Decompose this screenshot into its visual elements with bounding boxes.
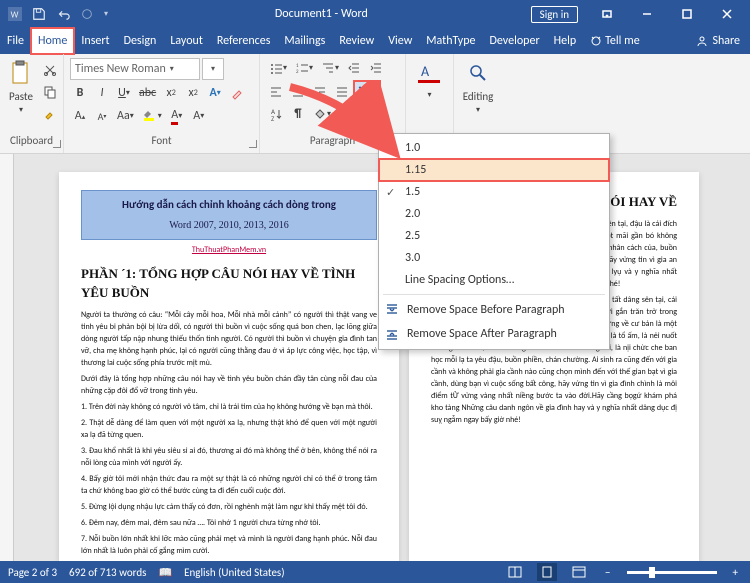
text-effects-button[interactable]: A▾	[205, 83, 225, 103]
character-scale-button[interactable]: A▾	[189, 106, 209, 126]
copy-icon[interactable]	[40, 82, 60, 102]
increase-indent-button[interactable]	[366, 58, 386, 78]
close-button[interactable]	[708, 0, 746, 28]
grow-font-button[interactable]: A▴	[70, 106, 90, 126]
sign-in-button[interactable]: Sign in	[531, 6, 578, 23]
line-spacing-20[interactable]: 2.0	[379, 203, 609, 225]
bullets-button[interactable]: ▾	[266, 58, 290, 78]
zoom-out-icon[interactable]: −	[601, 566, 614, 579]
remove-after-icon	[383, 325, 401, 343]
share-button[interactable]: Share	[686, 34, 750, 48]
format-painter-icon[interactable]	[40, 104, 60, 124]
tab-insert[interactable]: Insert	[74, 28, 116, 54]
svg-text:A: A	[421, 63, 430, 80]
tab-mailings[interactable]: Mailings	[277, 28, 332, 54]
change-case-button[interactable]: Aa▾	[114, 106, 137, 126]
svg-text:2: 2	[296, 69, 299, 75]
clear-format-button[interactable]	[227, 83, 247, 103]
strikethrough-button[interactable]: abc	[136, 83, 159, 103]
line-spacing-button[interactable]: ▾	[354, 81, 380, 101]
status-words[interactable]: 692 of 713 words	[69, 566, 146, 579]
save-icon[interactable]	[28, 3, 50, 25]
view-print-layout[interactable]	[537, 563, 557, 581]
cut-icon[interactable]	[40, 60, 60, 80]
subscript-button[interactable]: x2	[161, 83, 181, 103]
redo-placeholder-icon[interactable]	[76, 3, 98, 25]
multilevel-button[interactable]: ▾	[318, 58, 342, 78]
status-language[interactable]: English (United States)	[184, 566, 284, 579]
zoom-in-icon[interactable]: +	[729, 566, 742, 579]
document-title: Document1 - Word	[112, 7, 531, 21]
shading-button[interactable]: ▾	[310, 104, 334, 124]
underline-button[interactable]: U ▾	[114, 83, 134, 103]
svg-text:W: W	[11, 11, 19, 21]
tab-developer[interactable]: Developer	[483, 28, 547, 54]
status-proofing-icon[interactable]: 📖	[158, 566, 172, 579]
justify-button[interactable]	[332, 81, 352, 101]
doc-title-box: Hướng dẫn cách chỉnh khoảng cách dòng tr…	[81, 190, 377, 240]
ruler-vertical[interactable]	[0, 154, 14, 561]
font-size-combo[interactable]: ▾	[202, 58, 224, 80]
decrease-indent-button[interactable]	[344, 58, 364, 78]
tab-tell-me[interactable]: Tell me	[583, 28, 647, 54]
word-app-icon: W	[4, 3, 26, 25]
editing-button[interactable]: Editing▾	[460, 58, 496, 115]
view-web-layout[interactable]	[569, 563, 589, 581]
line-spacing-115[interactable]: 1.15	[379, 159, 609, 181]
ribbon: Paste ▾ Clipboard Times New Roman▾ ▾ B I…	[0, 54, 750, 154]
view-read-mode[interactable]	[505, 563, 525, 581]
styles-button[interactable]: A▾	[412, 58, 447, 100]
remove-space-after[interactable]: Remove Space After Paragraph	[379, 322, 609, 346]
line-spacing-30[interactable]: 3.0	[379, 247, 609, 269]
group-clipboard-label: Clipboard	[6, 135, 57, 151]
zoom-slider[interactable]	[627, 571, 717, 574]
tab-layout[interactable]: Layout	[163, 28, 210, 54]
line-spacing-dropdown: 1.0 1.15 1.5 2.0 2.5 3.0 Line Spacing Op…	[378, 133, 610, 350]
remove-before-icon	[383, 301, 401, 319]
align-left-button[interactable]	[266, 81, 286, 101]
minimize-button[interactable]	[628, 0, 666, 28]
remove-space-before[interactable]: Remove Space Before Paragraph	[379, 298, 609, 322]
align-center-button[interactable]	[288, 81, 308, 101]
ribbon-options-icon[interactable]	[588, 0, 626, 28]
tab-home[interactable]: Home	[31, 28, 74, 54]
titlebar: W ▾ Document1 - Word Sign in	[0, 0, 750, 28]
bold-button[interactable]: B	[70, 83, 90, 103]
font-name-combo[interactable]: Times New Roman▾	[70, 58, 200, 80]
status-page[interactable]: Page 2 of 3	[8, 566, 57, 579]
paste-button[interactable]: Paste ▾	[6, 58, 36, 115]
tab-help[interactable]: Help	[547, 28, 584, 54]
line-spacing-options[interactable]: Line Spacing Options…	[379, 269, 609, 291]
shrink-font-button[interactable]: A▾	[92, 106, 112, 126]
doc-heading-1: PHẦN ´1: TỔNG HỢP CÂU NÓI HAY VỀ TÌNH YÊ…	[81, 264, 377, 303]
line-spacing-25[interactable]: 2.5	[379, 225, 609, 247]
qat-customize-icon[interactable]: ▾	[100, 9, 112, 19]
tab-review[interactable]: Review	[332, 28, 381, 54]
sort-button[interactable]: AZ	[266, 104, 286, 124]
show-marks-button[interactable]: ¶	[288, 104, 308, 124]
tab-file[interactable]: File	[0, 28, 31, 54]
align-right-button[interactable]	[310, 81, 330, 101]
numbering-button[interactable]: 12▾	[292, 58, 316, 78]
tab-mathtype[interactable]: MathType	[419, 28, 482, 54]
line-spacing-10[interactable]: 1.0	[379, 137, 609, 159]
highlight-button[interactable]: ▾	[139, 106, 165, 126]
menubar: File Home Insert Design Layout Reference…	[0, 28, 750, 54]
superscript-button[interactable]: x2	[183, 83, 203, 103]
document-area[interactable]: Hướng dẫn cách chỉnh khoảng cách dòng tr…	[0, 154, 750, 561]
font-color-button[interactable]: A▾	[167, 106, 187, 126]
undo-icon[interactable]	[52, 3, 74, 25]
tab-references[interactable]: References	[210, 28, 278, 54]
maximize-button[interactable]	[668, 0, 706, 28]
italic-button[interactable]: I	[92, 83, 112, 103]
statusbar: Page 2 of 3 692 of 713 words 📖 English (…	[0, 561, 750, 583]
tab-view[interactable]: View	[381, 28, 419, 54]
tab-design[interactable]: Design	[117, 28, 164, 54]
group-font-label: Font	[70, 135, 253, 151]
line-spacing-15[interactable]: 1.5	[379, 181, 609, 203]
source-link[interactable]: ThuThuatPhanMem.vn	[81, 244, 377, 256]
borders-button[interactable]: ▾	[336, 104, 360, 124]
page-column-1[interactable]: Hướng dẫn cách chỉnh khoảng cách dòng tr…	[59, 172, 399, 561]
